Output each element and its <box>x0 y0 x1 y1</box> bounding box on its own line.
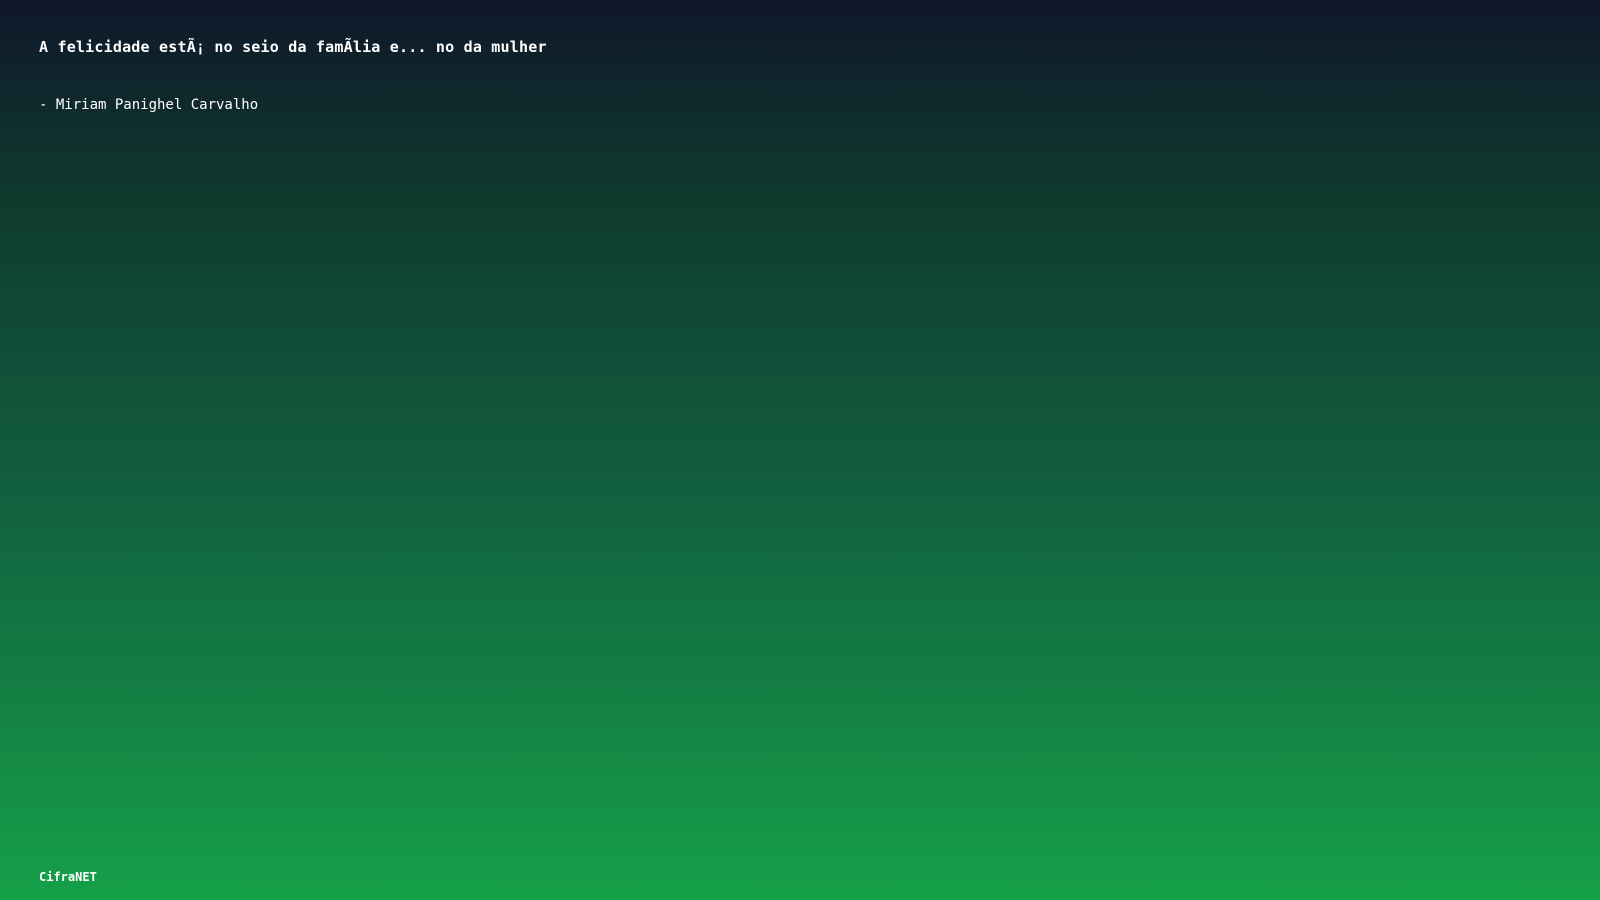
quote-text: A felicidade estÃ¡ no seio da famÃ­lia e… <box>39 38 547 56</box>
quote-block: A felicidade estÃ¡ no seio da famÃ­lia e… <box>39 36 1439 115</box>
quote-author: - Miriam Panighel Carvalho <box>39 97 259 113</box>
brand-label: CifraNET <box>39 870 97 884</box>
